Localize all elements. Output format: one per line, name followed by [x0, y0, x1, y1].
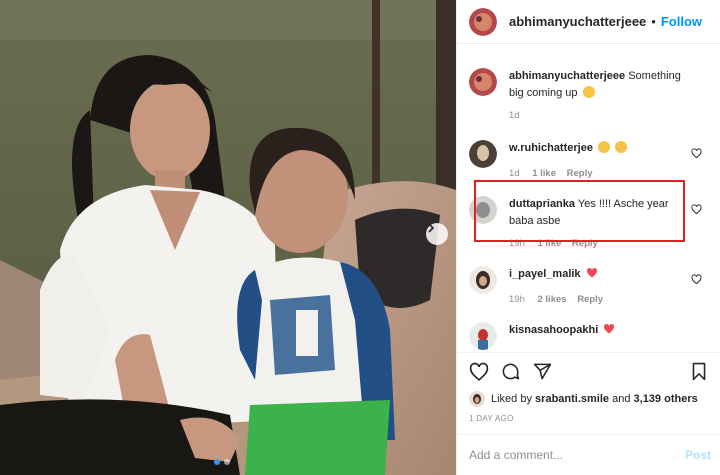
author-avatar[interactable]: [469, 68, 497, 96]
comment-text: w.ruhichatterjee: [509, 140, 685, 168]
author-username[interactable]: abhimanyuchatterjeee: [509, 14, 646, 29]
like-comment-heart-icon[interactable]: [691, 148, 702, 159]
carousel-dot: [214, 459, 220, 465]
comment-likes[interactable]: 2 likes: [538, 294, 567, 305]
comment-input[interactable]: [469, 445, 669, 465]
commenter-avatar[interactable]: [469, 140, 497, 168]
post-header: abhimanyuchatterjeee • Follow: [457, 0, 720, 44]
follow-button[interactable]: Follow: [661, 14, 702, 29]
caption-text: abhimanyuchatterjeee Something big comin…: [509, 68, 685, 102]
comment-username[interactable]: kisnasahoopakhi: [509, 324, 598, 336]
heart-eyes-emoji: [598, 141, 611, 153]
bookmark-icon[interactable]: [691, 362, 707, 381]
red-heart-emoji: [604, 323, 615, 334]
add-comment-bar: Post: [457, 434, 720, 475]
post-actions: [457, 352, 720, 388]
carousel-dots: [214, 459, 230, 465]
likes-user[interactable]: srabanti.smile: [535, 393, 609, 405]
post-comment-button[interactable]: Post: [685, 448, 711, 462]
post-photo: [0, 0, 456, 475]
comment-meta: 1d 1 like Reply: [509, 168, 593, 179]
likes-summary: Liked by srabanti.smile and 3,139 others: [469, 390, 698, 408]
commenter-avatar[interactable]: [469, 266, 497, 294]
comment-username[interactable]: w.ruhichatterjee: [509, 142, 593, 154]
caption-age: 1d: [509, 110, 520, 121]
reply-button[interactable]: Reply: [567, 168, 593, 179]
comment-row: i_payel_malik: [469, 266, 714, 294]
caption-row: abhimanyuchatterjeee Something big comin…: [469, 68, 714, 102]
comment-text: i_payel_malik: [509, 266, 685, 294]
liker-avatar[interactable]: [469, 391, 485, 407]
like-comment-heart-icon[interactable]: [691, 274, 702, 285]
comment-row: w.ruhichatterjee: [469, 140, 714, 168]
share-icon[interactable]: [533, 362, 552, 381]
reply-button[interactable]: Reply: [577, 294, 603, 305]
comment-text: kisnasahoopakhi: [509, 322, 685, 350]
comment-likes[interactable]: 1 like: [532, 168, 556, 179]
next-photo-button[interactable]: [426, 223, 448, 245]
comment-age: 1d: [509, 168, 520, 179]
header-separator: •: [651, 14, 656, 29]
comment-row: kisnasahoopakhi: [469, 322, 714, 350]
comment-username[interactable]: i_payel_malik: [509, 268, 581, 280]
star-struck-emoji: [582, 86, 595, 98]
comment-age: 19h: [509, 294, 525, 305]
commenter-avatar[interactable]: [469, 322, 497, 350]
heart-icon[interactable]: [469, 362, 489, 381]
author-avatar[interactable]: [469, 7, 497, 36]
likes-mid: and: [612, 393, 631, 405]
comment-icon[interactable]: [501, 362, 520, 381]
caption-username[interactable]: abhimanyuchatterjeee: [509, 70, 625, 82]
post-timestamp[interactable]: 1 DAY AGO: [469, 414, 514, 423]
comment-meta: 19h 2 likes Reply: [509, 294, 603, 305]
carousel-dot: [224, 459, 230, 465]
like-comment-heart-icon[interactable]: [691, 204, 702, 215]
likes-count[interactable]: 3,139 others: [634, 393, 698, 405]
heart-eyes-emoji: [615, 141, 628, 153]
highlight-box: [474, 180, 685, 242]
photo-image: [0, 0, 456, 475]
chevron-right-icon: [428, 223, 435, 233]
likes-prefix: Liked by: [491, 393, 532, 405]
red-heart-emoji: [586, 267, 597, 278]
